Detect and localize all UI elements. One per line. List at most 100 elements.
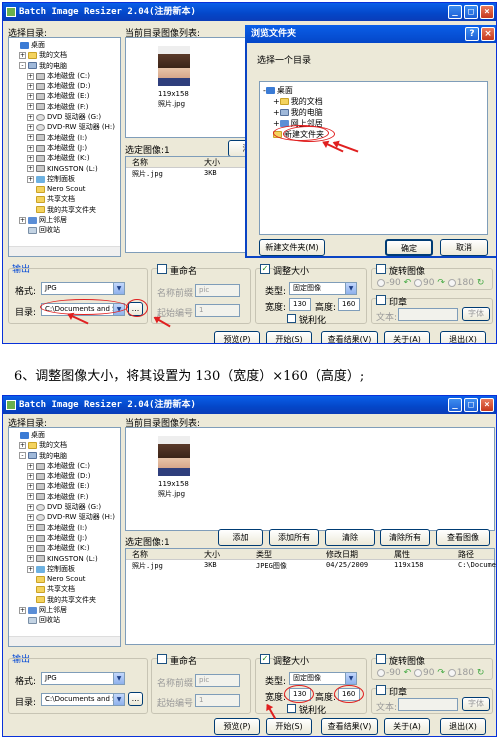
exit-button[interactable]: 退出(X) <box>440 331 486 343</box>
dialog-close-button[interactable]: × <box>481 27 495 41</box>
expand-icon[interactable]: + <box>27 175 34 183</box>
rename-checkbox[interactable] <box>157 654 167 664</box>
width-input[interactable]: 130 <box>289 298 311 311</box>
tree-item[interactable]: + 本地磁盘 (D:) <box>11 471 118 481</box>
maximize-button[interactable]: □ <box>464 398 478 412</box>
tree-item[interactable]: - 我的电脑 <box>11 61 118 71</box>
radio-rotate-left[interactable] <box>377 668 385 677</box>
rotate-options[interactable]: -90 ↶ 90 ↷ 180 ↻ <box>377 668 484 678</box>
about-button[interactable]: 关于(A) <box>384 331 430 343</box>
expand-icon[interactable]: + <box>27 503 34 511</box>
tree-item[interactable]: + 本地磁盘 (C:) <box>11 71 118 81</box>
tree-item[interactable]: + 本地磁盘 (K:) <box>11 543 118 553</box>
watermark-checkbox[interactable] <box>376 685 386 695</box>
folder-tree[interactable]: 桌面 + 我的文档 - 我的电脑 + 本地磁盘 (C:) + 本地磁盘 (D:) + 本地磁盘 (E… <box>8 37 121 257</box>
col-name[interactable]: 名称 <box>132 549 148 560</box>
view-result-button[interactable]: 查看结果(V) <box>321 718 378 735</box>
sharpen-checkbox[interactable] <box>287 704 296 713</box>
tree-item[interactable]: + DVD-RW 驱动器 (H:) <box>11 512 118 522</box>
minimize-button[interactable]: _ <box>448 5 462 19</box>
radio-rotate-right[interactable] <box>414 668 422 677</box>
col-attr[interactable]: 属性 <box>394 549 410 560</box>
text-input[interactable] <box>398 698 458 711</box>
expand-icon[interactable]: + <box>27 154 34 162</box>
tree-item[interactable]: + 控制面板 <box>11 564 118 574</box>
expand-icon[interactable]: + <box>27 462 34 470</box>
preview-button[interactable]: 预览(P) <box>214 331 260 343</box>
file-list[interactable]: 名称 大小 类型 修改日期 属性 路径 照片.jpg 3KB JPEG图像 04… <box>125 548 496 645</box>
expand-icon[interactable]: + <box>273 96 280 107</box>
tree-item[interactable]: + DVD 驱动器 (G:) <box>11 502 118 512</box>
tree-item[interactable]: + 本地磁盘 (I:) <box>11 133 118 143</box>
view-result-button[interactable]: 查看结果(V) <box>321 331 378 343</box>
col-path[interactable]: 路径 <box>458 549 474 560</box>
radio-rotate-left[interactable] <box>377 278 385 287</box>
dir-select[interactable]: C:\Documents and S ▼ <box>41 693 125 706</box>
col-type[interactable]: 类型 <box>256 549 272 560</box>
chevron-down-icon[interactable]: ▼ <box>345 673 356 684</box>
tree-item[interactable]: 桌面 <box>11 40 118 50</box>
expand-icon[interactable]: + <box>27 113 34 121</box>
tree-item[interactable]: + 我的文档 <box>263 96 484 107</box>
start-button[interactable]: 开始(S) <box>266 718 312 735</box>
browse-button[interactable]: ... <box>128 692 143 706</box>
chevron-down-icon[interactable]: ▼ <box>113 283 124 294</box>
expand-icon[interactable]: + <box>27 124 34 132</box>
sharpen-checkbox[interactable] <box>287 314 296 323</box>
tree-item[interactable]: + DVD-RW 驱动器 (H:) <box>11 122 118 132</box>
tree-item[interactable]: + 本地磁盘 (E:) <box>11 91 118 101</box>
horizontal-scrollbar[interactable] <box>9 246 120 256</box>
tree-item[interactable]: + 本地磁盘 (I:) <box>11 523 118 533</box>
expand-icon[interactable]: + <box>19 441 26 449</box>
add-button[interactable]: 添加 <box>218 529 263 546</box>
expand-icon[interactable]: + <box>27 72 34 80</box>
watermark-checkbox[interactable] <box>376 295 386 305</box>
close-button[interactable]: × <box>480 398 494 412</box>
tree-item[interactable]: + KINGSTON (L:) <box>11 164 118 174</box>
about-button[interactable]: 关于(A) <box>384 718 430 735</box>
font-button[interactable]: 字体 <box>462 697 490 711</box>
tree-item[interactable]: + 本地磁盘 (D:) <box>11 81 118 91</box>
tree-item[interactable]: + 网上邻居 <box>11 215 118 225</box>
collapse-icon[interactable]: - <box>19 62 26 70</box>
col-name[interactable]: 名称 <box>132 157 148 168</box>
tree-item[interactable]: - 我的电脑 <box>11 451 118 461</box>
chevron-down-icon[interactable]: ▼ <box>345 283 356 294</box>
format-select[interactable]: JPG ▼ <box>41 672 125 685</box>
new-folder-button[interactable]: 新建文件夹(M) <box>259 239 325 256</box>
thumbnail-image[interactable] <box>158 436 190 476</box>
expand-icon[interactable]: + <box>27 483 34 491</box>
resize-checkbox[interactable]: ✓ <box>260 654 270 664</box>
horizontal-scrollbar[interactable] <box>9 636 120 646</box>
radio-rotate-180[interactable] <box>447 668 456 677</box>
expand-icon[interactable]: + <box>27 565 34 573</box>
tree-item[interactable]: + 本地磁盘 (K:) <box>11 153 118 163</box>
expand-icon[interactable]: + <box>27 93 34 101</box>
close-button[interactable]: × <box>480 5 494 19</box>
chevron-down-icon[interactable]: ▼ <box>113 694 124 705</box>
ok-button[interactable]: 确定 <box>385 239 433 256</box>
tree-item[interactable]: + 我的文档 <box>11 50 118 60</box>
help-button[interactable]: ? <box>465 27 479 41</box>
tree-item[interactable]: + 本地磁盘 (E:) <box>11 481 118 491</box>
clear-all-button[interactable]: 清除所有 <box>380 529 430 546</box>
expand-icon[interactable]: + <box>27 134 34 142</box>
tree-item[interactable]: Nero Scout <box>11 574 118 584</box>
expand-icon[interactable]: + <box>27 472 34 480</box>
expand-icon[interactable]: + <box>273 107 280 118</box>
prefix-input[interactable]: pic <box>195 284 240 297</box>
add-all-button[interactable]: 添加所有 <box>269 529 319 546</box>
exit-button[interactable]: 退出(X) <box>440 718 486 735</box>
radio-rotate-180[interactable] <box>447 278 456 287</box>
chevron-down-icon[interactable]: ▼ <box>113 673 124 684</box>
start-input[interactable]: 1 <box>195 694 240 707</box>
resize-checkbox[interactable]: ✓ <box>260 264 270 274</box>
expand-icon[interactable]: + <box>27 165 34 173</box>
tree-item[interactable]: + 本地磁盘 (J:) <box>11 143 118 153</box>
tree-item[interactable]: + KINGSTON (L:) <box>11 554 118 564</box>
cancel-button[interactable]: 取消 <box>440 239 488 256</box>
clear-button[interactable]: 清除 <box>325 529 375 546</box>
type-select[interactable]: 固定图像 ▼ <box>289 282 357 295</box>
thumbnail-image[interactable] <box>158 46 190 86</box>
tree-item[interactable]: + 网上邻居 <box>11 605 118 615</box>
